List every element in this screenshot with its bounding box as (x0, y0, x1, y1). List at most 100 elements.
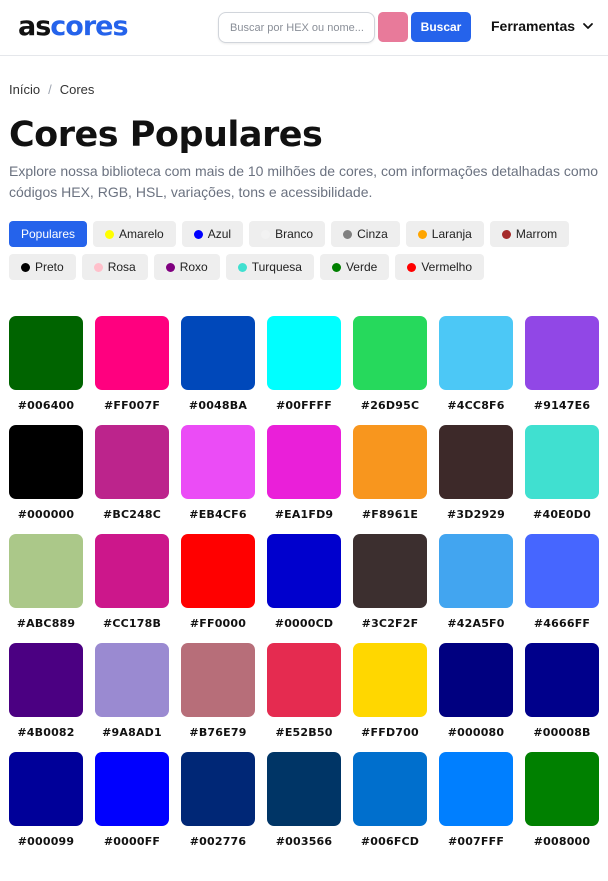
color-swatch[interactable] (267, 316, 341, 390)
color-card[interactable]: #00FFFF (267, 316, 341, 413)
color-card[interactable]: #000099 (9, 752, 83, 849)
color-swatch[interactable] (353, 316, 427, 390)
color-swatch[interactable] (353, 534, 427, 608)
color-hex-label: #3C2F2F (361, 617, 419, 630)
tools-label: Ferramentas (491, 18, 576, 34)
color-swatch[interactable] (95, 316, 169, 390)
color-swatch[interactable] (9, 752, 83, 826)
color-swatch[interactable] (525, 643, 599, 717)
color-swatch[interactable] (267, 752, 341, 826)
color-swatch[interactable] (525, 752, 599, 826)
color-card[interactable]: #ABC889 (9, 534, 83, 631)
color-card[interactable]: #EB4CF6 (181, 425, 255, 522)
color-card[interactable]: #9A8AD1 (95, 643, 169, 740)
color-card[interactable]: #42A5F0 (439, 534, 513, 631)
filter-chip-turquesa[interactable]: Turquesa (225, 254, 314, 280)
color-swatch[interactable] (439, 425, 513, 499)
color-swatch[interactable] (9, 425, 83, 499)
color-swatch[interactable] (267, 425, 341, 499)
color-card[interactable]: #B76E79 (181, 643, 255, 740)
tools-menu[interactable]: Ferramentas (491, 16, 594, 36)
color-swatch[interactable] (95, 425, 169, 499)
color-card[interactable]: #0000FF (95, 752, 169, 849)
filter-chip-azul[interactable]: Azul (181, 221, 244, 247)
color-swatch[interactable] (525, 425, 599, 499)
breadcrumb-separator: / (48, 82, 52, 97)
color-card[interactable]: #EA1FD9 (267, 425, 341, 522)
logo[interactable]: ascores (18, 10, 129, 44)
color-card[interactable]: #002776 (181, 752, 255, 849)
color-card[interactable]: #006400 (9, 316, 83, 413)
color-hex-label: #0000CD (274, 617, 334, 630)
color-swatch[interactable] (267, 534, 341, 608)
filter-chip-label: Roxo (179, 260, 208, 274)
color-card[interactable]: #4CC8F6 (439, 316, 513, 413)
color-hex-label: #000099 (17, 835, 75, 848)
search-input[interactable] (218, 12, 375, 43)
color-dot-icon (165, 262, 175, 272)
color-card[interactable]: #F8961E (353, 425, 427, 522)
color-card[interactable]: #FF0000 (181, 534, 255, 631)
color-card[interactable]: #006FCD (353, 752, 427, 849)
color-swatch[interactable] (181, 643, 255, 717)
color-swatch[interactable] (181, 534, 255, 608)
breadcrumb-current: Cores (59, 82, 95, 97)
filter-chip-populares[interactable]: Populares (9, 221, 88, 247)
color-card[interactable]: #FFD700 (353, 643, 427, 740)
color-card[interactable]: #26D95C (353, 316, 427, 413)
color-swatch[interactable] (9, 643, 83, 717)
color-card[interactable]: #4B0082 (9, 643, 83, 740)
color-swatch[interactable] (95, 643, 169, 717)
color-hex-label: #4CC8F6 (447, 399, 505, 412)
color-card[interactable]: #3D2929 (439, 425, 513, 522)
color-card[interactable]: #00008B (525, 643, 599, 740)
color-card[interactable]: #000000 (9, 425, 83, 522)
color-swatch[interactable] (353, 643, 427, 717)
color-card[interactable]: #40E0D0 (525, 425, 599, 522)
color-card[interactable]: #4666FF (525, 534, 599, 631)
color-picker-swatch[interactable] (378, 12, 408, 42)
filter-chip-cinza[interactable]: Cinza (331, 221, 400, 247)
filter-chip-roxo[interactable]: Roxo (153, 254, 220, 280)
color-card[interactable]: #003566 (267, 752, 341, 849)
color-dot-icon (21, 262, 30, 272)
color-swatch[interactable] (267, 643, 341, 717)
color-swatch[interactable] (439, 316, 513, 390)
filter-chip-marrom[interactable]: Marrom (489, 221, 570, 247)
color-card[interactable]: #0048BA (181, 316, 255, 413)
breadcrumb-home[interactable]: Início (9, 82, 40, 97)
filter-chip-branco[interactable]: Branco (249, 221, 326, 247)
search-button[interactable]: Buscar (411, 12, 471, 42)
color-card[interactable]: #E52B50 (267, 643, 341, 740)
filter-chip-vermelho[interactable]: Vermelho (395, 254, 485, 280)
color-card[interactable]: #3C2F2F (353, 534, 427, 631)
color-swatch[interactable] (525, 534, 599, 608)
color-swatch[interactable] (439, 643, 513, 717)
filter-chip-verde[interactable]: Verde (319, 254, 390, 280)
filter-chip-rosa[interactable]: Rosa (81, 254, 148, 280)
color-card[interactable]: #008000 (525, 752, 599, 849)
color-swatch[interactable] (181, 316, 255, 390)
color-hex-label: #002776 (189, 835, 247, 848)
color-swatch[interactable] (525, 316, 599, 390)
color-swatch[interactable] (353, 425, 427, 499)
color-swatch[interactable] (9, 316, 83, 390)
color-swatch[interactable] (95, 752, 169, 826)
color-swatch[interactable] (439, 534, 513, 608)
color-card[interactable]: #BC248C (95, 425, 169, 522)
color-card[interactable]: #007FFF (439, 752, 513, 849)
color-card[interactable]: #CC178B (95, 534, 169, 631)
color-swatch[interactable] (353, 752, 427, 826)
color-swatch[interactable] (439, 752, 513, 826)
color-swatch[interactable] (95, 534, 169, 608)
color-card[interactable]: #FF007F (95, 316, 169, 413)
color-swatch[interactable] (181, 752, 255, 826)
color-card[interactable]: #9147E6 (525, 316, 599, 413)
color-swatch[interactable] (181, 425, 255, 499)
filter-chip-amarelo[interactable]: Amarelo (93, 221, 176, 247)
color-card[interactable]: #0000CD (267, 534, 341, 631)
filter-chip-laranja[interactable]: Laranja (405, 221, 484, 247)
color-swatch[interactable] (9, 534, 83, 608)
filter-chip-preto[interactable]: Preto (9, 254, 76, 280)
color-card[interactable]: #000080 (439, 643, 513, 740)
